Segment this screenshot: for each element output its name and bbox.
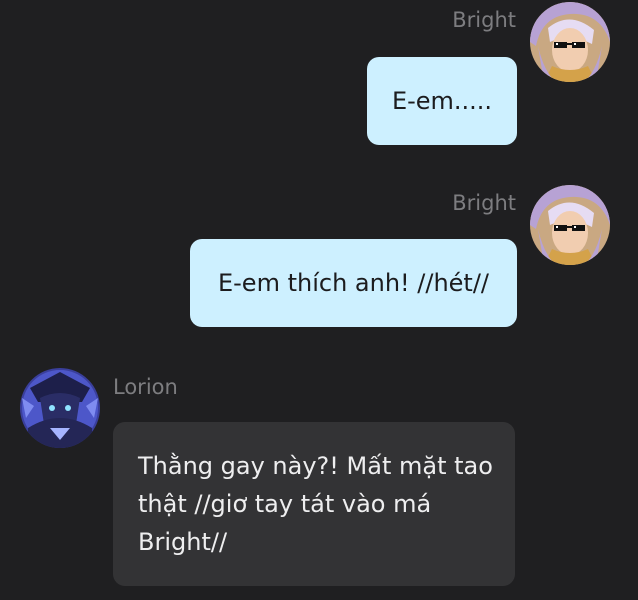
message-bubble[interactable]: Thằng gay này?! Mất mặt tao thật //giơ t… <box>113 422 515 586</box>
sender-name: Bright <box>452 8 516 32</box>
message-text: Thằng gay này?! Mất mặt tao thật //giơ t… <box>138 452 493 556</box>
sender-name: Bright <box>452 191 516 215</box>
message-bright-1: Bright E-em..... <box>0 0 638 150</box>
bright-avatar-icon[interactable] <box>530 185 610 265</box>
message-text: E-em..... <box>391 87 493 115</box>
lorion-avatar-icon[interactable] <box>20 368 100 448</box>
bright-avatar-icon[interactable] <box>530 2 610 82</box>
message-bubble[interactable]: E-em thích anh! //hét// <box>190 239 517 327</box>
message-text: E-em thích anh! //hét// <box>217 269 490 297</box>
message-lorion: Lorion Thằng gay này?! Mất mặt tao thật … <box>0 360 638 600</box>
sender-name: Lorion <box>113 375 178 399</box>
message-bright-2: Bright E-em thích anh! //hét// <box>0 180 638 330</box>
message-bubble[interactable]: E-em..... <box>367 57 517 145</box>
